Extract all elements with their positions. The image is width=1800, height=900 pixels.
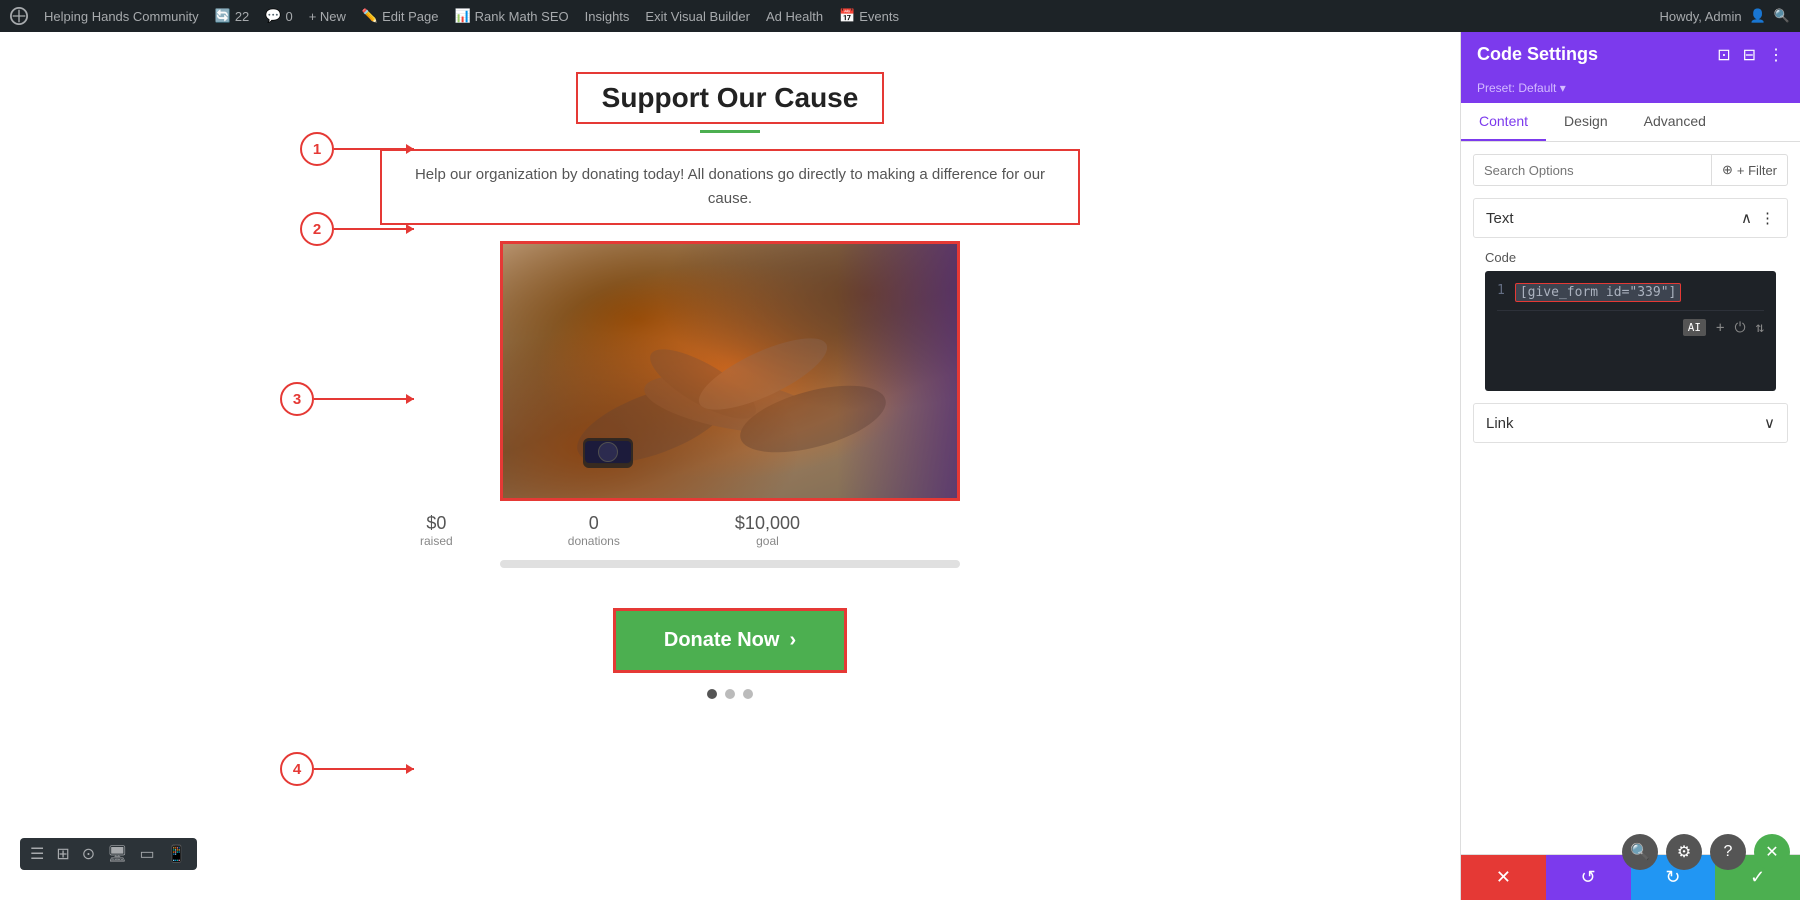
admin-bar-comments[interactable]: 💬0 <box>265 8 292 24</box>
search-options-container: ⊕ + Filter <box>1473 154 1788 186</box>
toolbar-desktop-icon[interactable]: 🖥 <box>107 844 127 864</box>
toolbar-tablet-icon[interactable]: ▭ <box>139 844 154 864</box>
panel-title: Code Settings <box>1477 44 1598 65</box>
float-settings-button[interactable]: ⚙ <box>1666 834 1702 870</box>
toolbar-search-icon[interactable]: ⊙ <box>82 844 95 864</box>
stat-donations: 0 donations <box>568 513 620 548</box>
filter-label: + Filter <box>1737 163 1777 178</box>
panel-body: ⊕ + Filter Text ∧ ⋮ Code 1 <box>1461 142 1800 854</box>
right-panel: Code Settings ⊡ ⊟ ⋮ Preset: Default ▾ Co… <box>1460 32 1800 900</box>
carousel-dots <box>380 689 1080 699</box>
content-wrapper: 1 Support Our Cause 2 Help our organizat… <box>380 72 1080 699</box>
annotation-3: 3 <box>280 382 314 416</box>
tab-content[interactable]: Content <box>1461 103 1546 141</box>
line-number: 1 <box>1497 283 1505 302</box>
donate-arrow-icon: › <box>789 629 796 652</box>
bottom-toolbar: ☰ ⊞ ⊙ 🖥 ▭ 📱 <box>20 838 197 870</box>
link-section-header[interactable]: Link ∨ <box>1474 404 1787 442</box>
description-text: Help our organization by donating today!… <box>380 149 1080 225</box>
page-title: Support Our Cause <box>576 72 885 124</box>
cancel-button[interactable]: ✕ <box>1461 855 1546 900</box>
panel-header-icons: ⊡ ⊟ ⋮ <box>1717 45 1784 65</box>
donate-section: Donate Now › <box>380 608 1080 673</box>
donate-button[interactable]: Donate Now › <box>613 608 847 673</box>
ai-icon[interactable]: AI <box>1683 319 1706 336</box>
panel-layout-icon[interactable]: ⊟ <box>1743 45 1756 65</box>
text-section-icons: ∧ ⋮ <box>1741 209 1775 227</box>
admin-bar-updates[interactable]: 🔄22 <box>215 8 250 24</box>
admin-bar-edit-page[interactable]: ✏️Edit Page <box>362 8 439 24</box>
admin-bar-new[interactable]: + New <box>309 9 346 24</box>
canvas: 1 Support Our Cause 2 Help our organizat… <box>0 32 1460 900</box>
toolbar-hamburger-icon[interactable]: ☰ <box>30 844 44 864</box>
link-section: Link ∨ <box>1473 403 1788 443</box>
code-editor[interactable]: 1 [give_form id="339"] AI + ⏻ ⇅ <box>1485 271 1776 391</box>
filter-button[interactable]: ⊕ + Filter <box>1711 155 1787 185</box>
link-section-label: Link <box>1486 415 1514 432</box>
main-layout: 1 Support Our Cause 2 Help our organizat… <box>0 32 1800 900</box>
search-options-input[interactable] <box>1474 156 1711 185</box>
annotation-2: 2 <box>300 212 334 246</box>
section-image <box>380 241 1080 501</box>
carousel-dot-3[interactable] <box>743 689 753 699</box>
panel-more-icon[interactable]: ⋮ <box>1768 45 1784 65</box>
float-close-button[interactable]: ✕ <box>1754 834 1790 870</box>
code-line: 1 [give_form id="339"] <box>1497 283 1764 302</box>
editor-sort-icon[interactable]: ⇅ <box>1756 320 1764 336</box>
code-label: Code <box>1473 250 1788 271</box>
section-description: Help our organization by donating today!… <box>380 149 1080 225</box>
section-title: Support Our Cause <box>380 72 1080 133</box>
carousel-dot-1[interactable] <box>707 689 717 699</box>
panel-preset[interactable]: Preset: Default ▾ <box>1461 77 1800 103</box>
stat-goal: $10,000 goal <box>735 513 800 548</box>
toolbar-grid-icon[interactable]: ⊞ <box>56 844 69 864</box>
admin-bar-user[interactable]: Howdy, Admin 👤 🔍 <box>1659 8 1790 24</box>
tab-advanced[interactable]: Advanced <box>1626 103 1724 141</box>
editor-power-icon[interactable]: ⏻ <box>1734 320 1745 336</box>
admin-bar-logo[interactable] <box>10 7 28 25</box>
code-value[interactable]: [give_form id="339"] <box>1515 283 1682 302</box>
carousel-dot-2[interactable] <box>725 689 735 699</box>
admin-bar-insights[interactable]: Insights <box>585 9 630 24</box>
admin-bar: Helping Hands Community 🔄22 💬0 + New ✏️E… <box>0 0 1800 32</box>
annotation-4: 4 <box>280 752 314 786</box>
donations-label: donations <box>568 534 620 548</box>
annotation-1: 1 <box>300 132 334 166</box>
text-section: Text ∧ ⋮ <box>1473 198 1788 238</box>
stat-raised: $0 raised <box>420 513 453 548</box>
editor-toolbar: AI + ⏻ ⇅ <box>1497 310 1764 336</box>
progress-bar-container <box>500 560 960 568</box>
stats-bar: $0 raised 0 donations $10,000 goal <box>380 501 840 560</box>
text-section-label: Text <box>1486 210 1514 227</box>
panel-tabs: Content Design Advanced <box>1461 103 1800 142</box>
raised-label: raised <box>420 534 453 548</box>
donate-label: Donate Now <box>664 629 780 652</box>
toolbar-mobile-icon[interactable]: 📱 <box>167 844 187 864</box>
title-underline <box>700 130 760 133</box>
chevron-down-icon[interactable]: ∨ <box>1764 414 1775 432</box>
goal-value: $10,000 <box>735 513 800 534</box>
admin-bar-events[interactable]: 📅Events <box>839 8 899 24</box>
admin-bar-exit-builder[interactable]: Exit Visual Builder <box>645 9 750 24</box>
right-float-buttons: 🔍 ⚙ ? ✕ <box>1622 834 1790 870</box>
text-section-more-icon[interactable]: ⋮ <box>1760 209 1775 227</box>
donations-value: 0 <box>568 513 620 534</box>
admin-bar-rank-math[interactable]: 📊Rank Math SEO <box>454 8 568 24</box>
goal-label: goal <box>735 534 800 548</box>
chevron-up-icon[interactable]: ∧ <box>1741 209 1752 227</box>
raised-value: $0 <box>420 513 453 534</box>
panel-expand-icon[interactable]: ⊡ <box>1717 45 1730 65</box>
filter-icon: ⊕ <box>1722 162 1733 178</box>
editor-add-icon[interactable]: + <box>1716 320 1724 336</box>
panel-header: Code Settings ⊡ ⊟ ⋮ <box>1461 32 1800 77</box>
undo-button[interactable]: ↺ <box>1546 855 1631 900</box>
fundraising-image <box>500 241 960 501</box>
admin-bar-ad-health[interactable]: Ad Health <box>766 9 823 24</box>
text-section-header[interactable]: Text ∧ ⋮ <box>1474 199 1787 237</box>
admin-bar-site[interactable]: Helping Hands Community <box>44 9 199 24</box>
tab-design[interactable]: Design <box>1546 103 1626 141</box>
float-search-button[interactable]: 🔍 <box>1622 834 1658 870</box>
float-help-button[interactable]: ? <box>1710 834 1746 870</box>
